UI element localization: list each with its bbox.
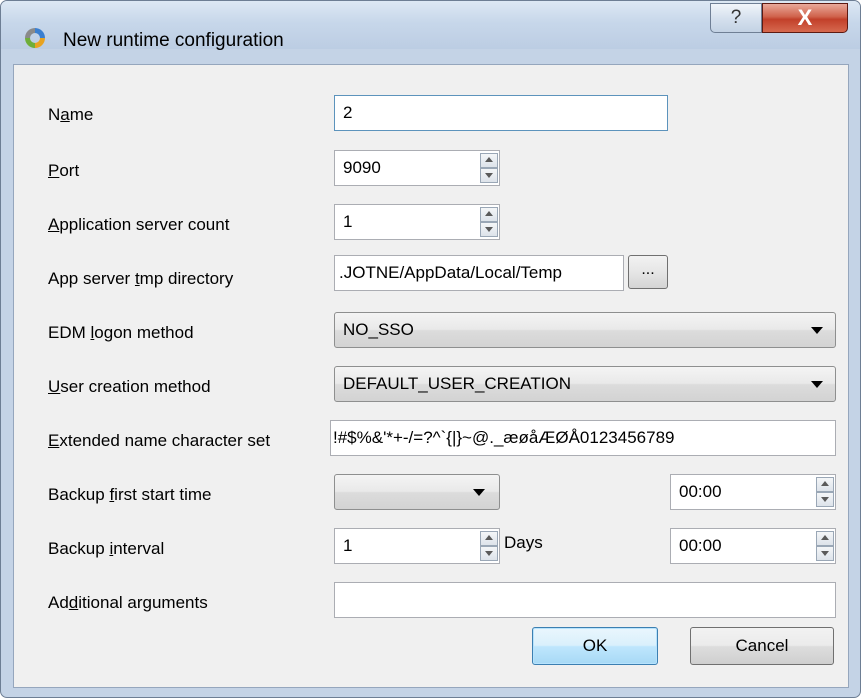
additional-args-input[interactable] [334, 582, 836, 618]
backup-first-time-value: 00:00 [679, 482, 722, 501]
app-server-count-label: Application server count [48, 215, 230, 234]
close-icon: X [797, 5, 813, 30]
name-input[interactable]: 2 [334, 95, 668, 131]
title-bar[interactable]: New runtime configuration ? X [1, 1, 860, 51]
spin-up-icon[interactable] [816, 477, 834, 492]
dialog-content: Name 2 Port 9090 Application server coun… [13, 64, 849, 688]
backup-first-time-spinbox[interactable]: 00:00 [670, 474, 836, 510]
backup-interval-label: Backup interval [48, 539, 165, 558]
ext-charset-input[interactable]: !#$%&'*+-/=?^`{|}~@._æøåÆØÅ0123456789 [330, 420, 836, 456]
dropdown-arrow-icon [811, 381, 823, 388]
help-icon: ? [730, 7, 742, 28]
backup-interval-value: 1 [343, 536, 353, 555]
spin-down-icon[interactable] [480, 546, 498, 561]
spin-up-icon[interactable] [816, 531, 834, 546]
app-icon [25, 28, 45, 48]
dialog-window: New runtime configuration ? X Name 2 Por… [0, 0, 861, 698]
tmp-directory-input[interactable]: .JOTNE/AppData/Local/Temp [334, 255, 624, 291]
app-server-count-value: 1 [343, 212, 353, 231]
cancel-button[interactable]: Cancel [690, 627, 834, 665]
backup-first-label: Backup first start time [48, 485, 212, 504]
spin-up-icon[interactable] [480, 153, 498, 168]
edm-logon-select[interactable]: NO_SSO [334, 312, 836, 348]
port-value: 9090 [343, 158, 381, 177]
app-server-count-spinner[interactable] [477, 205, 499, 239]
spin-down-icon[interactable] [480, 168, 498, 183]
dropdown-arrow-icon [473, 489, 485, 496]
edm-logon-label: EDM logon method [48, 323, 194, 342]
close-button[interactable]: X [762, 3, 848, 33]
port-label: Port [48, 161, 80, 180]
spin-up-icon[interactable] [480, 207, 498, 222]
user-creation-select[interactable]: DEFAULT_USER_CREATION [334, 366, 836, 402]
backup-interval-time-spinbox[interactable]: 00:00 [670, 528, 836, 564]
spin-up-icon[interactable] [480, 531, 498, 546]
ext-charset-label: Extended name character set [48, 431, 271, 450]
backup-interval-spinner[interactable] [477, 529, 499, 563]
user-creation-label: User creation method [48, 377, 211, 396]
port-spinner[interactable] [477, 151, 499, 185]
spin-down-icon[interactable] [480, 222, 498, 237]
user-creation-value: DEFAULT_USER_CREATION [343, 374, 571, 393]
name-label: Name [48, 105, 94, 124]
spin-down-icon[interactable] [816, 492, 834, 507]
backup-interval-time-value: 00:00 [679, 536, 722, 555]
edm-logon-value: NO_SSO [343, 320, 414, 339]
additional-args-label: Additional arguments [48, 593, 208, 612]
backup-interval-spinbox[interactable]: 1 [334, 528, 500, 564]
tmp-directory-label: App server tmp directory [48, 269, 234, 288]
backup-first-date-select[interactable] [334, 474, 500, 510]
spin-down-icon[interactable] [816, 546, 834, 561]
port-spinbox[interactable]: 9090 [334, 150, 500, 186]
backup-interval-unit-label: Days [504, 533, 543, 552]
ok-button[interactable]: OK [532, 627, 658, 665]
backup-interval-time-spinner[interactable] [813, 529, 835, 563]
dropdown-arrow-icon [811, 327, 823, 334]
backup-first-time-spinner[interactable] [813, 475, 835, 509]
window-title: New runtime configuration [63, 30, 284, 51]
app-server-count-spinbox[interactable]: 1 [334, 204, 500, 240]
help-button[interactable]: ? [710, 3, 762, 33]
browse-button[interactable]: ... [628, 255, 668, 289]
